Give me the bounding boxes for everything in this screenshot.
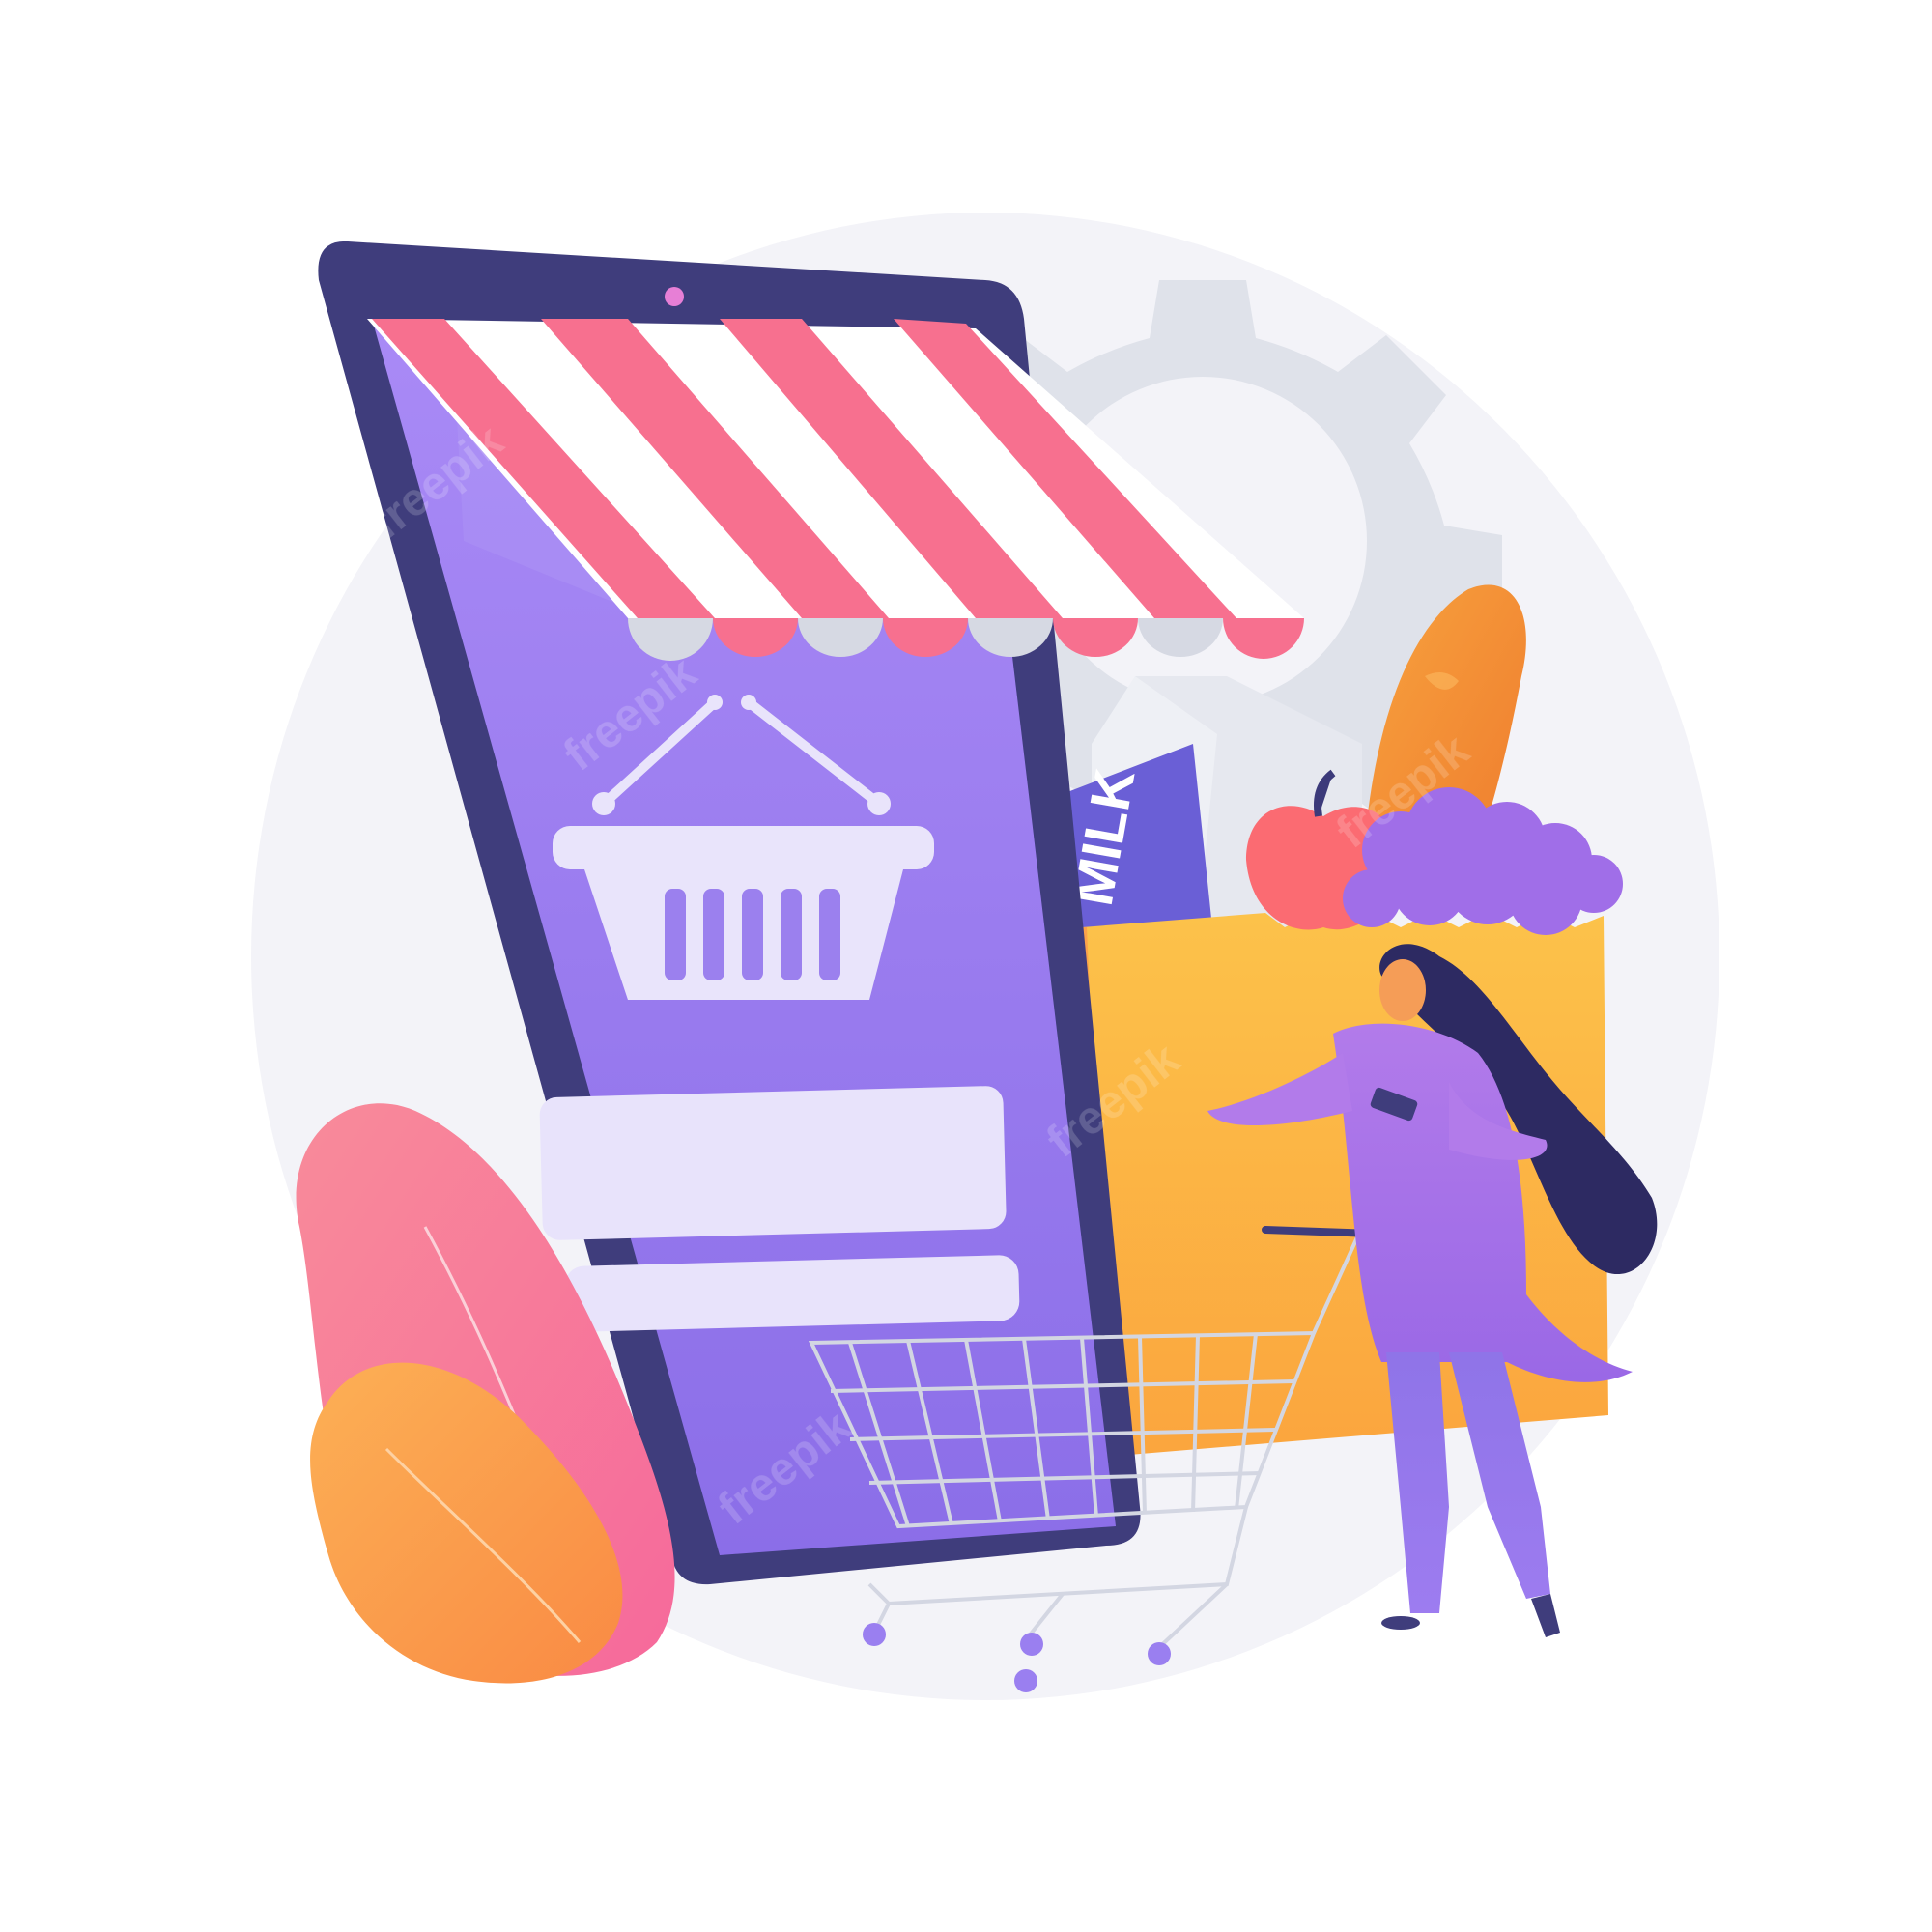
paper-bag — [1082, 913, 1608, 1459]
screen-input-bar — [539, 1086, 1007, 1240]
screen-button-bar — [564, 1255, 1020, 1332]
tablet-camera — [665, 287, 684, 306]
online-grocery-illustration: MILK freepik freepik freepik freepik fre… — [251, 213, 1719, 1700]
